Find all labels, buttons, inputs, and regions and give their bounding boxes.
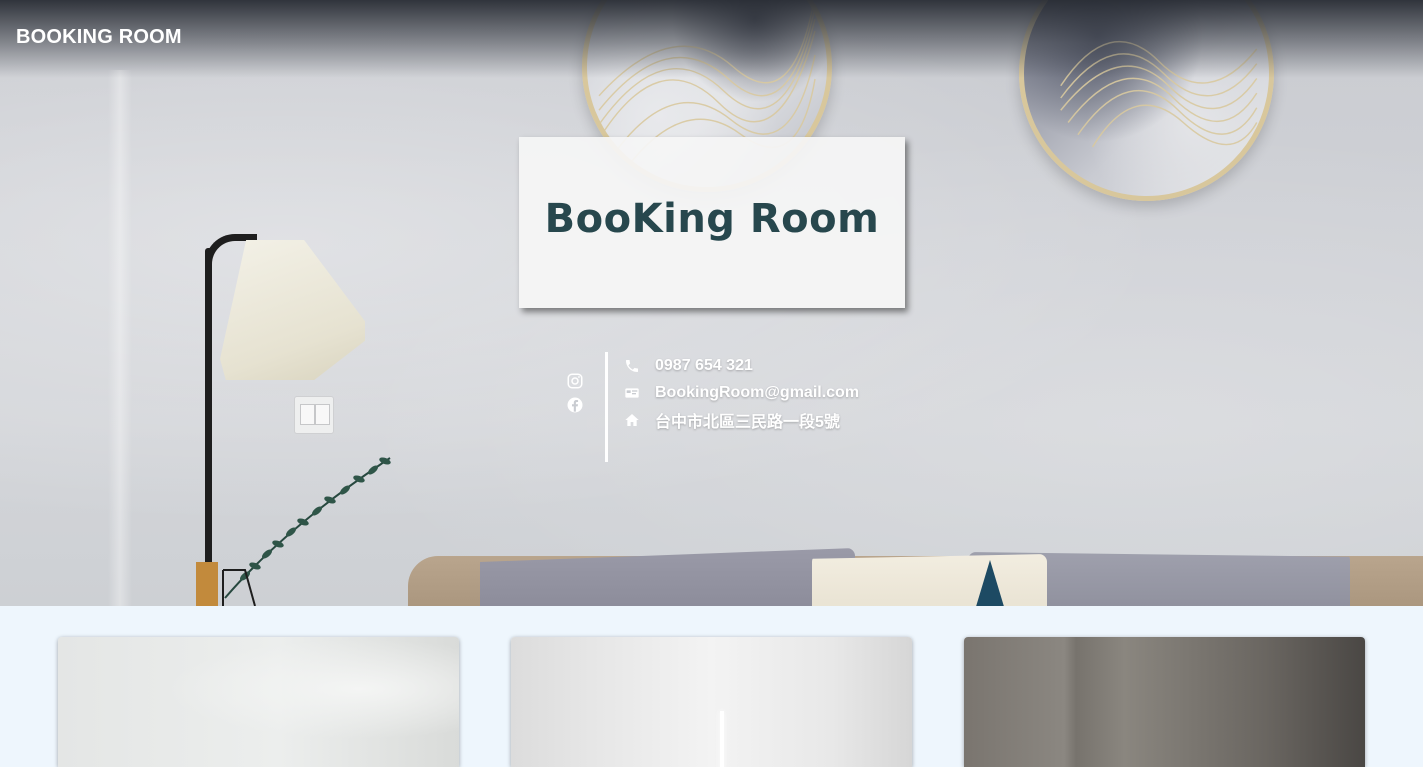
pillow-center xyxy=(812,554,1047,606)
contact-phone[interactable]: 0987 654 321 xyxy=(624,352,859,379)
home-icon xyxy=(624,412,640,428)
contact-address-text: 台中市北區三民路一段5號 xyxy=(655,413,840,431)
contact-email[interactable]: BookingRoom@gmail.com xyxy=(624,379,859,406)
page-title: BooKing Room xyxy=(544,196,880,242)
room-card-1[interactable] xyxy=(58,637,459,767)
brand-logo[interactable]: BOOKING ROOM xyxy=(16,26,182,49)
contact-info: 0987 654 321 BookingRoom@gmail.com 台中市北區… xyxy=(624,352,859,433)
facebook-icon[interactable] xyxy=(566,396,584,414)
phone-icon xyxy=(624,358,640,374)
contact-address[interactable]: 台中市北區三民路一段5號 xyxy=(624,406,859,433)
contact-email-text: BookingRoom@gmail.com xyxy=(655,383,860,401)
room-card-2[interactable] xyxy=(511,637,912,767)
id-card-icon xyxy=(624,385,640,401)
instagram-icon[interactable] xyxy=(566,372,584,390)
floor-lamp-pole xyxy=(205,248,212,568)
room-list xyxy=(0,606,1423,767)
eucalyptus-plant xyxy=(222,457,391,606)
hero-banner: BOOKING ROOM BooKing Room 0987 654 321 B… xyxy=(0,0,1423,606)
social-links xyxy=(564,372,586,414)
title-card: BooKing Room xyxy=(519,137,905,308)
room-card-3[interactable] xyxy=(964,637,1365,767)
navbar-background xyxy=(0,0,1423,78)
contact-phone-text: 0987 654 321 xyxy=(655,356,753,374)
wall-highlight xyxy=(108,70,132,606)
contact-divider xyxy=(605,352,608,462)
light-switch xyxy=(294,396,334,434)
